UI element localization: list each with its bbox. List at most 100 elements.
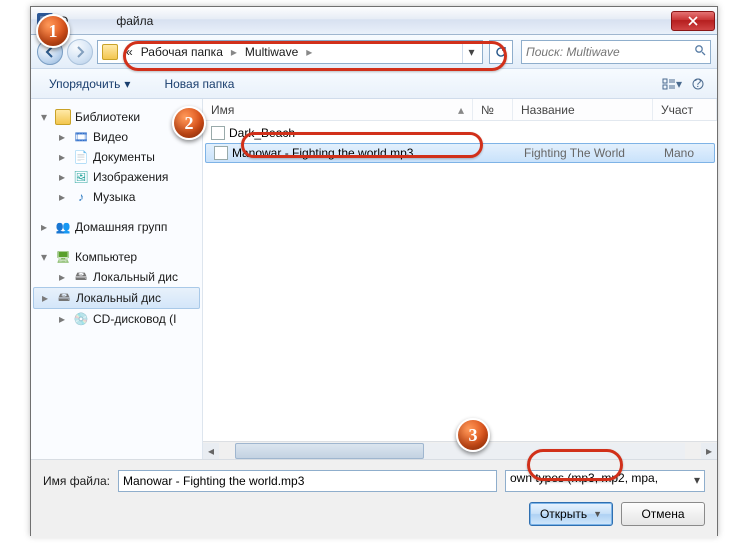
view-icon — [662, 78, 676, 90]
tree-expand-icon[interactable]: ▸ — [42, 291, 52, 305]
file-icon — [214, 146, 228, 160]
titlebar: О файла — [31, 7, 717, 35]
toolbar: Упорядочить ▾ Новая папка ▾ ? — [31, 69, 717, 99]
sidebar-label: Видео — [93, 130, 128, 144]
filename-row: Имя файла: own types (mp3, mp2, mpa, — [43, 470, 705, 492]
sidebar-label: Изображения — [93, 170, 168, 184]
bottom-panel: Имя файла: own types (mp3, mp2, mpa, Отк… — [31, 459, 717, 538]
arrow-right-icon — [74, 46, 86, 58]
music-icon: ♪ — [73, 189, 89, 205]
forward-button[interactable] — [67, 39, 93, 65]
tree-collapse-icon[interactable]: ▾ — [41, 250, 51, 264]
documents-icon: 📄 — [73, 149, 89, 165]
chevron-right-icon[interactable]: ▸ — [227, 45, 241, 59]
help-icon: ? — [692, 78, 704, 90]
col-label: Участ — [661, 103, 693, 117]
tree-expand-icon[interactable]: ▸ — [59, 170, 69, 184]
filename-label: Имя файла: — [43, 474, 110, 488]
sidebar-label: Компьютер — [75, 250, 137, 264]
address-dropdown[interactable]: ▾ — [462, 41, 480, 63]
organize-label: Упорядочить — [49, 77, 120, 91]
address-bar[interactable]: « Рабочая папка ▸ Multiwave ▸ ▾ — [97, 40, 483, 64]
svg-text:?: ? — [695, 78, 702, 90]
tree-expand-icon[interactable]: ▸ — [59, 150, 69, 164]
col-title[interactable]: Название — [513, 99, 653, 120]
new-folder-button[interactable]: Новая папка — [154, 73, 244, 95]
breadcrumb-2[interactable]: Multiwave — [241, 43, 302, 61]
hdd-icon: 🖴 — [56, 290, 72, 306]
sidebar-label: Домашняя групп — [75, 220, 167, 234]
table-row[interactable]: Dark_Beach — [203, 123, 717, 143]
table-row-selected[interactable]: Manowar - Fighting the world.mp3 Fightin… — [205, 143, 715, 163]
search-icon — [694, 44, 706, 59]
sidebar-label: Библиотеки — [75, 110, 140, 124]
tree-collapse-icon[interactable]: ▾ — [41, 110, 51, 124]
hdd-icon: 🖴 — [73, 269, 89, 285]
video-icon: 🎞 — [73, 129, 89, 145]
col-name[interactable]: Имя ▴ — [203, 99, 473, 120]
scroll-right-button[interactable]: ▸ — [701, 443, 717, 459]
scroll-left-button[interactable]: ◂ — [203, 443, 219, 459]
images-icon: 🖼 — [73, 169, 89, 185]
chevron-down-icon: ▼ — [593, 509, 602, 519]
search-box[interactable] — [521, 40, 711, 64]
window-title: файла — [116, 14, 153, 28]
callout-1: 1 — [36, 14, 70, 48]
close-icon — [688, 16, 698, 26]
col-label: Название — [521, 103, 575, 117]
file-title: Fighting The World — [516, 146, 656, 160]
col-label: Имя — [211, 103, 234, 117]
view-button[interactable]: ▾ — [661, 74, 683, 94]
window-buttons — [671, 11, 715, 31]
nav-row: « Рабочая папка ▸ Multiwave ▸ ▾ — [31, 35, 717, 69]
open-label: Открыть — [540, 507, 587, 521]
tree-expand-icon[interactable]: ▸ — [41, 220, 51, 234]
tree-expand-icon[interactable]: ▸ — [59, 270, 69, 284]
sidebar-item-disk-selected[interactable]: ▸ 🖴 Локальный дис — [33, 287, 200, 309]
cancel-button[interactable]: Отмена — [621, 502, 705, 526]
file-icon — [211, 126, 225, 140]
new-folder-label: Новая папка — [164, 77, 234, 91]
breadcrumb-1[interactable]: Рабочая папка — [137, 43, 227, 61]
open-file-dialog: О файла « Рабочая папка ▸ Multiwave ▸ ▾ — [30, 6, 718, 536]
sidebar-item-documents[interactable]: ▸ 📄 Документы — [31, 147, 202, 167]
file-list[interactable]: Dark_Beach Manowar - Fighting the world.… — [203, 121, 717, 441]
sidebar-label: CD-дисковод (I — [93, 312, 176, 326]
close-button[interactable] — [671, 11, 715, 31]
sidebar: ▾ Библиотеки ▸ 🎞 Видео ▸ 📄 Документы ▸ 🖼 — [31, 99, 203, 459]
sidebar-item-disk[interactable]: ▸ 🖴 Локальный дис — [31, 267, 202, 287]
sidebar-item-homegroup[interactable]: ▸ 👥 Домашняя групп — [31, 217, 202, 237]
chevron-right-icon[interactable]: ▸ — [302, 45, 316, 59]
sidebar-item-cd[interactable]: ▸ 💿 CD-дисковод (I — [31, 309, 202, 329]
tree-expand-icon[interactable]: ▸ — [59, 130, 69, 144]
sort-asc-icon: ▴ — [458, 103, 464, 117]
crumb-prefix: « — [122, 43, 137, 61]
tree-expand-icon[interactable]: ▸ — [59, 312, 69, 326]
file-artist: Mano — [656, 146, 714, 160]
sidebar-item-computer[interactable]: ▾ 🖥 Компьютер — [31, 247, 202, 267]
filename-input[interactable] — [118, 470, 497, 492]
col-number[interactable]: № — [473, 99, 513, 120]
help-button[interactable]: ? — [687, 74, 709, 94]
open-button[interactable]: Открыть ▼ — [529, 502, 613, 526]
tree-expand-icon[interactable]: ▸ — [59, 190, 69, 204]
sidebar-label: Локальный дис — [76, 291, 161, 305]
sidebar-label: Документы — [93, 150, 155, 164]
filetype-dropdown[interactable]: own types (mp3, mp2, mpa, — [505, 470, 705, 492]
callout-3: 3 — [456, 418, 490, 452]
sidebar-item-music[interactable]: ▸ ♪ Музыка — [31, 187, 202, 207]
search-input[interactable] — [526, 45, 694, 59]
file-name: Dark_Beach — [229, 126, 295, 140]
col-artist[interactable]: Участ — [653, 99, 717, 120]
organize-button[interactable]: Упорядочить ▾ — [39, 73, 140, 95]
column-headers: Имя ▴ № Название Участ — [203, 99, 717, 121]
refresh-button[interactable] — [489, 40, 513, 64]
libraries-icon — [55, 109, 71, 125]
sidebar-item-images[interactable]: ▸ 🖼 Изображения — [31, 167, 202, 187]
cd-icon: 💿 — [73, 311, 89, 327]
folder-icon — [102, 44, 118, 60]
chevron-down-icon: ▾ — [124, 77, 130, 91]
scroll-thumb[interactable] — [235, 443, 424, 459]
refresh-icon — [495, 46, 507, 58]
dialog-body: ▾ Библиотеки ▸ 🎞 Видео ▸ 📄 Документы ▸ 🖼 — [31, 99, 717, 459]
